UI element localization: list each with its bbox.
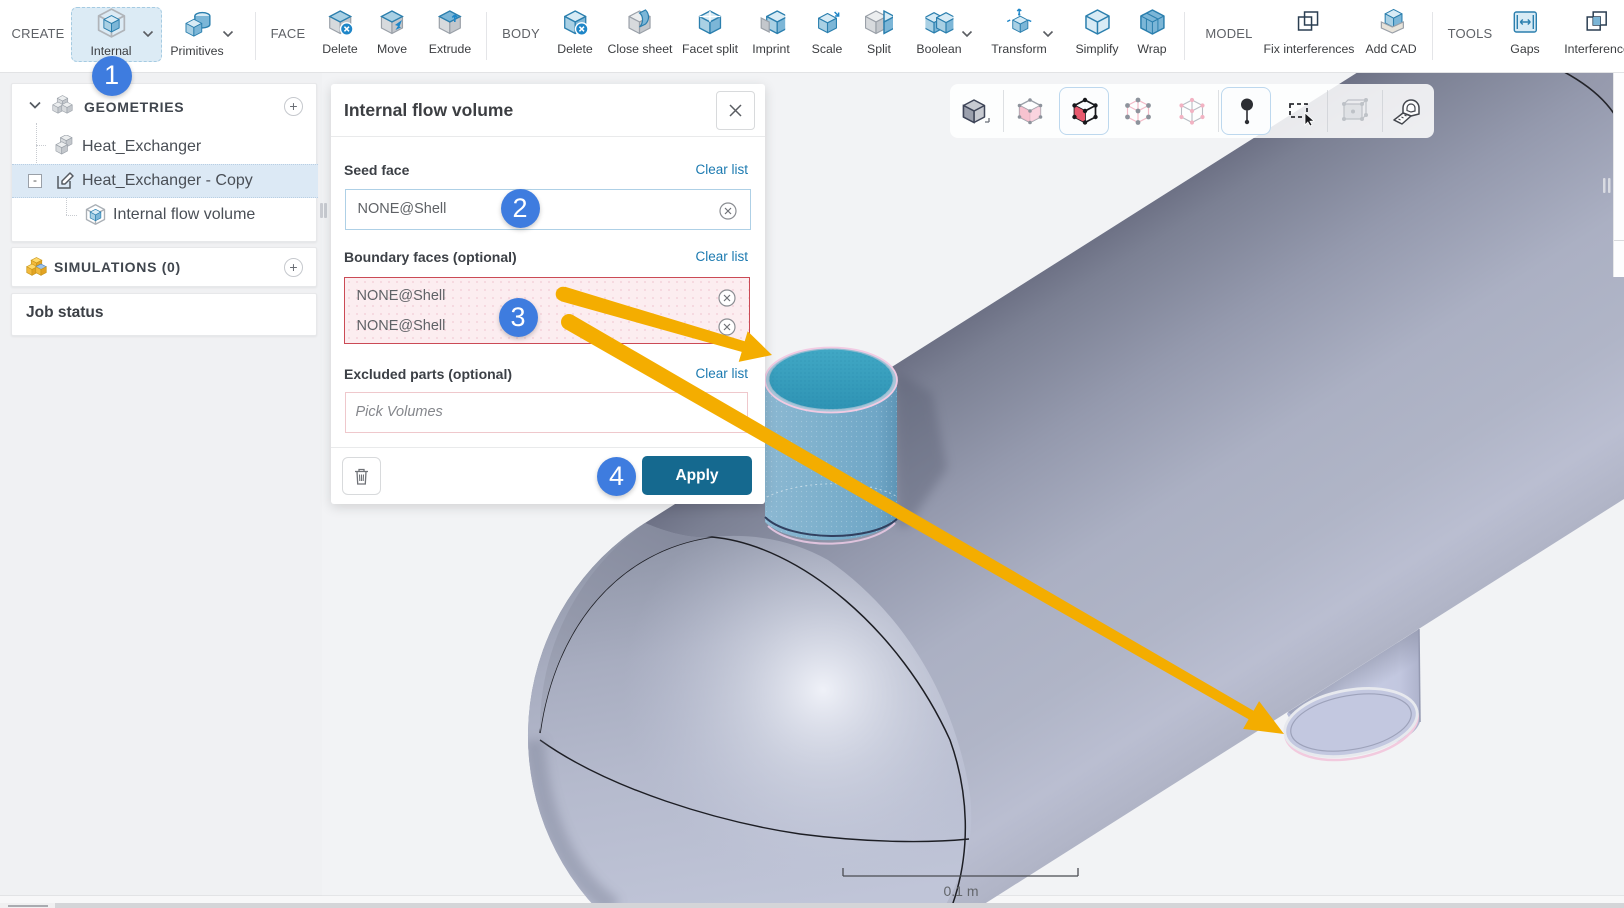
svg-text:0.1 m: 0.1 m [943, 883, 978, 899]
